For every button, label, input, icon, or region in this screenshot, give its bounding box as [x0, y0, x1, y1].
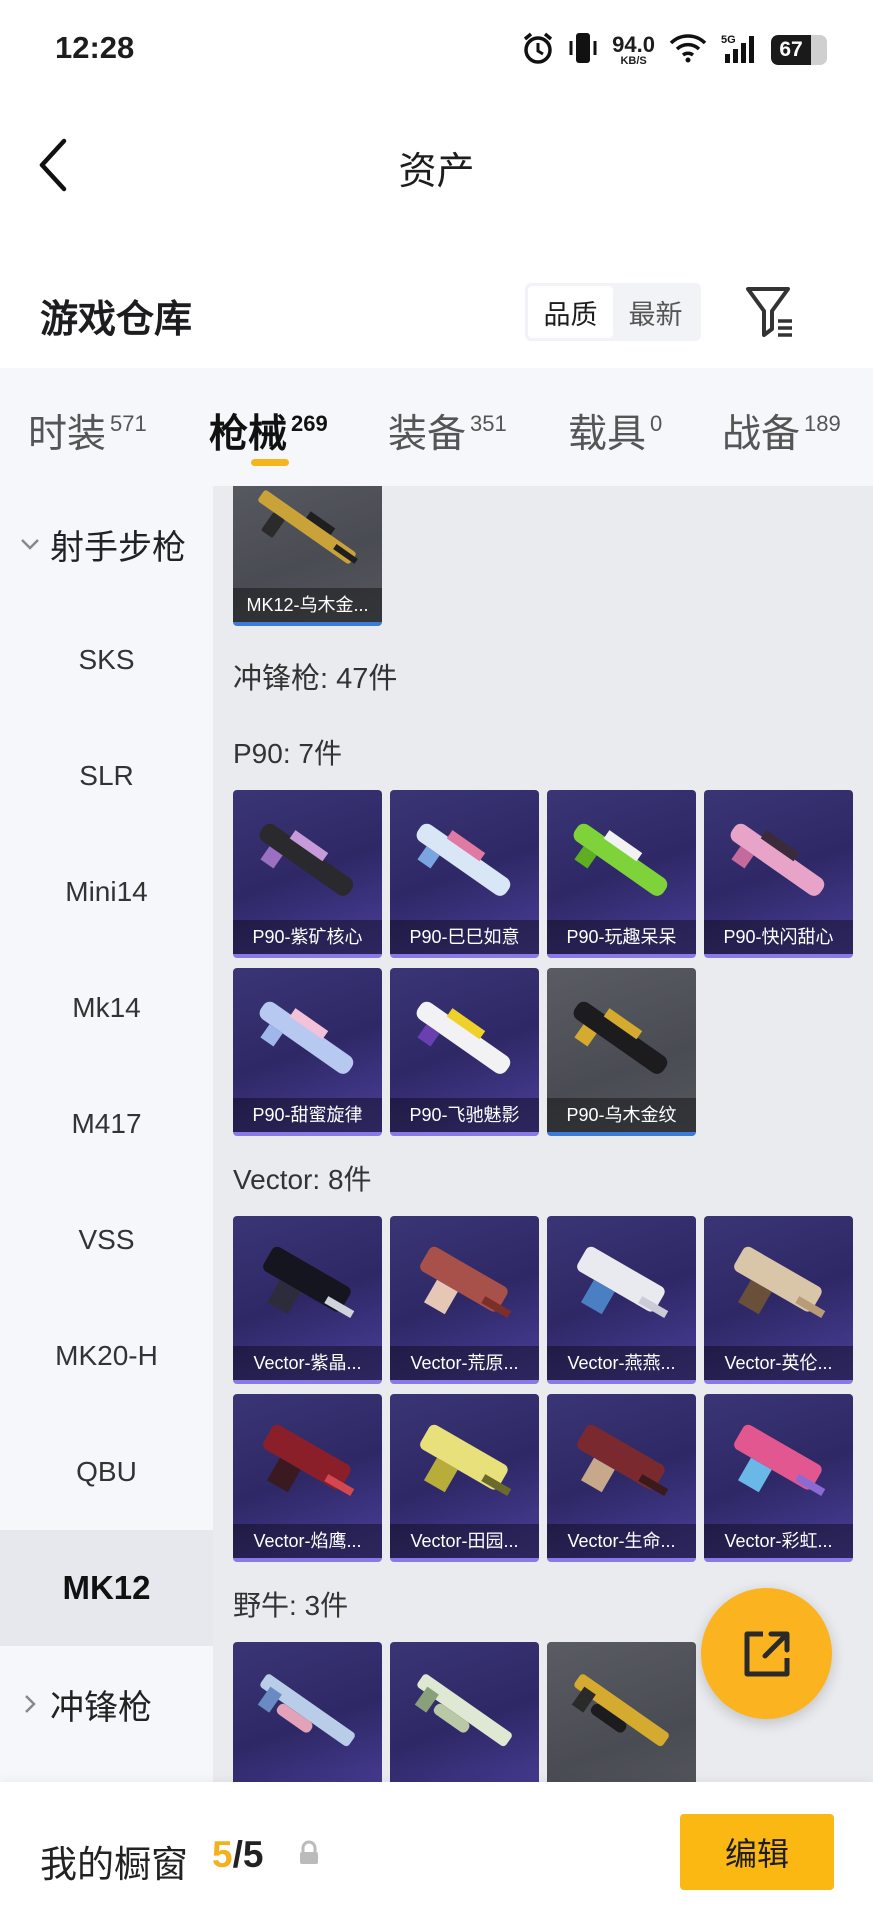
section-title-vector: Vector: 8件: [233, 1164, 372, 1195]
sidebar-item-vss[interactable]: VSS: [0, 1182, 213, 1298]
weapon-skin-icon: [734, 1246, 826, 1319]
sidebar-item-mk20h[interactable]: MK20-H: [0, 1298, 213, 1414]
sidebar-item-mk14[interactable]: Mk14: [0, 950, 213, 1066]
sidebar-item-sks[interactable]: SKS: [0, 602, 213, 718]
weapon-card[interactable]: Vector-英伦...: [704, 1216, 853, 1384]
section-title-bizon: 野牛: 3件: [233, 1590, 349, 1621]
weapon-skin-icon: [734, 1424, 826, 1497]
share-fab-button[interactable]: [701, 1588, 832, 1719]
weapon-card[interactable]: Vector-生命...: [547, 1394, 696, 1562]
category-tabs: 时装 571 枪械 269 装备 351 载具 0 战备 189: [0, 368, 873, 486]
weapon-skin-icon: [263, 1424, 355, 1497]
vibrate-icon: [568, 31, 598, 70]
weapon-skin-icon: [257, 1674, 355, 1747]
tab-outfits[interactable]: 时装 571: [28, 403, 147, 459]
lock-icon: [300, 1840, 318, 1864]
filter-icon: [746, 287, 792, 337]
bottom-bar: 我的橱窗 5/5 编辑: [0, 1782, 873, 1920]
weapon-skin-icon: [573, 1001, 668, 1074]
sidebar-group-smg[interactable]: 冲锋枪: [0, 1646, 213, 1762]
tab-weapons[interactable]: 枪械 269: [209, 403, 328, 459]
external-link-icon: [744, 1631, 789, 1676]
sidebar-item-mk12[interactable]: MK12: [0, 1530, 213, 1646]
sidebar-item-mini14[interactable]: Mini14: [0, 834, 213, 950]
status-bar: 12:28 94.0 KB/S 5G 67: [0, 0, 873, 100]
warehouse-title: 游戏仓库: [40, 299, 193, 341]
chevron-right-icon: [25, 1695, 36, 1713]
header: 资产: [0, 100, 873, 230]
weapon-skin-icon: [571, 1674, 669, 1747]
sidebar-item-slr[interactable]: SLR: [0, 718, 213, 834]
chevron-down-icon: [21, 539, 39, 550]
showcase-count: 5/5: [212, 1834, 264, 1875]
showcase-label: 我的橱窗: [40, 1844, 188, 1885]
weapon-skin-icon: [573, 823, 668, 896]
sort-option-quality[interactable]: 品质: [528, 286, 613, 338]
net-speed: 94.0 KB/S: [612, 31, 655, 67]
weapon-skin-icon: [577, 1424, 669, 1497]
weapon-skin-icon: [416, 823, 511, 896]
page-title: 资产: [398, 151, 475, 193]
weapon-card[interactable]: [547, 1642, 696, 1782]
sidebar-group-marksman[interactable]: 射手步枪: [0, 486, 213, 602]
wifi-icon: [669, 33, 707, 68]
weapon-card[interactable]: P90-紫矿核心: [233, 790, 382, 958]
weapon-skin-icon: [420, 1246, 512, 1319]
status-icons: 94.0 KB/S 5G 67: [522, 30, 827, 70]
sort-option-newest[interactable]: 最新: [613, 286, 698, 338]
weapon-skin-icon: [258, 490, 358, 564]
active-tab-indicator: [251, 459, 289, 466]
alarm-icon: [522, 31, 554, 70]
sidebar-item-qbu[interactable]: QBU: [0, 1414, 213, 1530]
weapon-skin-icon: [416, 1001, 511, 1074]
sidebar: 射手步枪 SKS SLR Mini14 Mk14 M417 VSS MK20-H…: [0, 486, 213, 1782]
battery-icon: 67: [771, 35, 827, 65]
filter-button[interactable]: [744, 283, 796, 339]
tab-supplies[interactable]: 战备 189: [722, 403, 841, 459]
edit-button[interactable]: 编辑: [680, 1814, 834, 1890]
svg-text:5G: 5G: [721, 34, 736, 46]
weapon-card[interactable]: Vector-焰鹰...: [233, 1394, 382, 1562]
weapon-card[interactable]: [233, 1642, 382, 1782]
weapon-card[interactable]: P90-乌木金纹: [547, 968, 696, 1136]
sort-toggle: 品质 最新: [525, 283, 701, 341]
weapon-card[interactable]: P90-甜蜜旋律: [233, 968, 382, 1136]
weapon-card[interactable]: Vector-荒原...: [390, 1216, 539, 1384]
weapon-card[interactable]: Vector-燕燕...: [547, 1216, 696, 1384]
weapon-card[interactable]: Vector-紫晶...: [233, 1216, 382, 1384]
section-title-p90: P90: 7件: [233, 738, 342, 769]
tab-vehicles[interactable]: 载具 0: [568, 403, 662, 459]
weapon-card[interactable]: MK12-乌木金...: [233, 486, 382, 626]
weapon-card[interactable]: P90-快闪甜心: [704, 790, 853, 958]
weapon-card[interactable]: P90-玩趣呆呆: [547, 790, 696, 958]
sidebar-item-m417[interactable]: M417: [0, 1066, 213, 1182]
weapon-skin-icon: [420, 1424, 512, 1497]
weapon-skin-icon: [259, 1001, 354, 1074]
weapon-skin-icon: [730, 823, 825, 896]
weapon-card[interactable]: Vector-彩虹...: [704, 1394, 853, 1562]
status-time: 12:28: [55, 30, 135, 65]
weapon-card[interactable]: P90-飞驰魅影: [390, 968, 539, 1136]
weapon-card[interactable]: P90-巳巳如意: [390, 790, 539, 958]
weapon-skin-icon: [577, 1246, 669, 1319]
weapon-card[interactable]: Vector-田园...: [390, 1394, 539, 1562]
weapon-skin-icon: [259, 823, 354, 896]
signal-5g-icon: 5G: [721, 32, 757, 69]
tab-equipment[interactable]: 装备 351: [388, 403, 507, 459]
weapon-skin-icon: [263, 1246, 355, 1319]
category-title: 冲锋枪: 47件: [233, 663, 398, 695]
weapon-skin-icon: [414, 1674, 512, 1747]
weapon-card[interactable]: [390, 1642, 539, 1782]
